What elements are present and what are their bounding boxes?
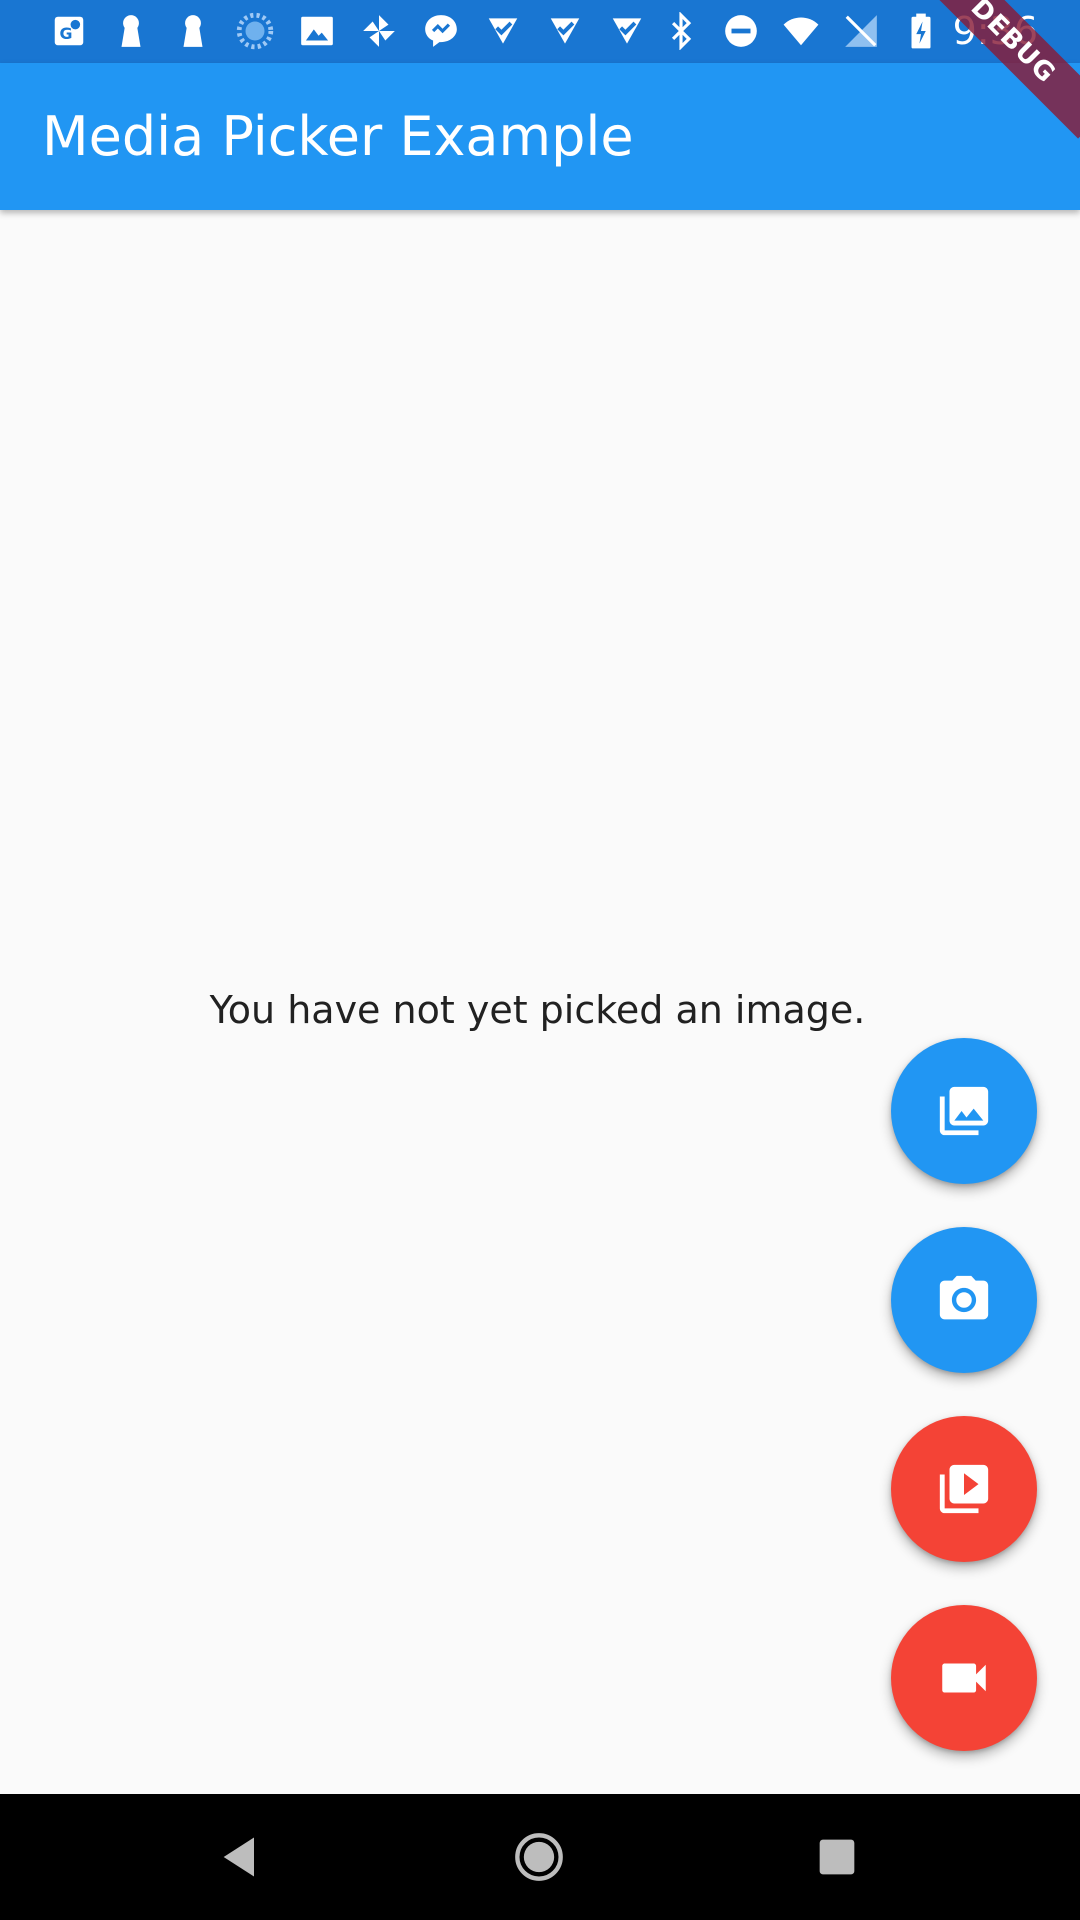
back-button[interactable] — [206, 1822, 276, 1892]
check-icon — [608, 12, 646, 50]
main-content: You have not yet picked an image. — [0, 210, 1080, 1794]
page-title: Media Picker Example — [42, 105, 634, 168]
videocam-icon — [935, 1649, 993, 1707]
pick-image-gallery-button[interactable] — [891, 1038, 1037, 1184]
status-bar: G — [0, 0, 1080, 63]
image-icon — [298, 12, 336, 50]
empty-state-message: You have not yet picked an image. — [209, 988, 866, 1032]
take-photo-button[interactable] — [891, 1227, 1037, 1373]
app-bar: Media Picker Example — [0, 63, 1080, 210]
no-sim-icon — [842, 12, 880, 50]
check-icon — [546, 12, 584, 50]
wifi-icon — [782, 12, 820, 50]
loading-icon — [236, 12, 274, 50]
messenger-icon — [422, 12, 460, 50]
photo-library-icon — [935, 1082, 993, 1140]
maps-icon: G — [50, 12, 88, 50]
pick-video-gallery-button[interactable] — [891, 1416, 1037, 1562]
home-button[interactable] — [504, 1822, 574, 1892]
navigation-bar — [0, 1794, 1080, 1920]
record-video-button[interactable] — [891, 1605, 1037, 1751]
home-icon — [513, 1831, 565, 1883]
svg-text:G: G — [60, 24, 73, 43]
check-icon — [484, 12, 522, 50]
app-screen: G DEBUG Media Picker Example You have no… — [0, 0, 1080, 1920]
video-library-icon — [935, 1460, 993, 1518]
keyhole-icon — [174, 12, 212, 50]
notification-icons: G — [50, 8, 646, 54]
system-icons — [662, 8, 940, 54]
back-icon — [215, 1831, 267, 1883]
camera-icon — [935, 1271, 993, 1329]
battery-charging-icon — [902, 12, 940, 50]
keyhole-icon — [112, 12, 150, 50]
do-not-disturb-icon — [722, 12, 760, 50]
bluetooth-icon — [662, 12, 700, 50]
recents-icon — [811, 1831, 863, 1883]
recents-button[interactable] — [802, 1822, 872, 1892]
pinwheel-icon — [360, 12, 398, 50]
